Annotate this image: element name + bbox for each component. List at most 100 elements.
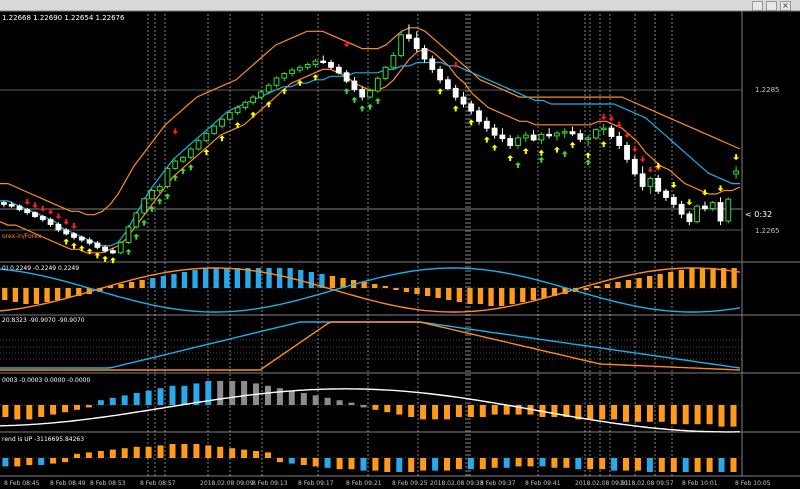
panel4-histogram-bar — [26, 458, 33, 465]
panel4-histogram-bar — [276, 458, 283, 463]
price-label-2: 1.2265 — [755, 227, 780, 235]
panel4-histogram-bar — [121, 448, 128, 458]
panel3-histogram-bar — [62, 405, 69, 413]
panel4-histogram-bar — [444, 458, 450, 471]
up-arrow-icon — [483, 136, 490, 143]
panel1-histogram-bar — [467, 288, 473, 304]
panel4-histogram-bar — [646, 458, 653, 472]
candle-body — [141, 198, 147, 214]
panel4-histogram-bar — [539, 458, 546, 467]
candle-body — [406, 34, 412, 39]
candle-body — [86, 239, 93, 244]
panel1-histogram-bar — [721, 268, 727, 288]
candle-body — [530, 134, 537, 141]
panel4-histogram-bar — [551, 458, 558, 468]
panel1-histogram-bar — [192, 270, 198, 288]
candle-body — [281, 73, 288, 79]
panel4-histogram-bar — [312, 458, 319, 467]
panel4-histogram-bar — [467, 458, 474, 470]
candle-body — [110, 250, 116, 254]
panel4-histogram-bar — [229, 448, 236, 458]
panel1-histogram-bar — [2, 288, 8, 300]
panel4-histogram-bar — [587, 458, 594, 470]
chart-canvas[interactable]: 1.22668 1.22690 1.22654 1.22676 1.2285 1… — [0, 0, 800, 489]
panel1-histogram-bar — [393, 288, 399, 290]
panel1-histogram-bar — [129, 282, 135, 288]
panel1-histogram-bar — [647, 276, 653, 288]
panel3-histogram-bar — [38, 405, 45, 417]
candle-body — [460, 96, 467, 105]
down-arrow-icon — [639, 156, 646, 163]
panel3-histogram-bar — [503, 405, 510, 415]
up-arrow-icon — [164, 193, 171, 200]
panel4-histogram-bar — [575, 458, 582, 470]
panel3-histogram-bar — [611, 405, 618, 420]
panel1-histogram-bar — [699, 268, 706, 288]
up-arrow-icon — [172, 174, 179, 181]
panel4-histogram-bar — [2, 458, 9, 467]
panel1-histogram-bar — [689, 268, 695, 288]
panel3-histogram-bar — [396, 405, 403, 415]
panel4-histogram-bar — [109, 449, 116, 458]
candle-body — [593, 129, 599, 139]
panel4-histogram-bar — [253, 451, 259, 458]
candle-body — [382, 66, 389, 79]
panel3-histogram-bar — [551, 405, 558, 417]
panel3-histogram-bar — [229, 381, 236, 405]
panel1-histogram-bar — [361, 282, 367, 288]
candle-body — [639, 173, 646, 187]
candle-body — [476, 110, 482, 122]
down-arrow-icon — [343, 41, 350, 48]
panel1-histogram-bar — [477, 288, 484, 304]
down-arrow-icon — [55, 213, 62, 220]
candle-body — [725, 198, 732, 222]
panel1-histogram-bar — [488, 288, 494, 306]
panel3-histogram-bar — [26, 405, 33, 420]
up-arrow-icon — [133, 233, 140, 240]
candle-body — [600, 127, 607, 131]
panel3-histogram-bar — [312, 395, 319, 405]
candle-body — [483, 120, 490, 129]
panel4-histogram-bar — [193, 444, 200, 458]
panel4-histogram-bar — [479, 458, 486, 470]
candle-body — [242, 101, 249, 109]
candle-body — [187, 148, 194, 158]
panel3-histogram-bar — [360, 405, 367, 408]
panel3-histogram-bar — [217, 381, 224, 405]
panel4-histogram-bar — [706, 458, 713, 472]
candle-body — [32, 212, 38, 217]
candle-body — [8, 203, 15, 207]
panel1-histogram-bar — [44, 288, 50, 302]
panel1-histogram-bar — [234, 268, 240, 288]
time-axis-label: 8 Feb 09:41 — [525, 480, 561, 487]
panel3-histogram-bar — [348, 402, 355, 405]
panel3-histogram-bar — [121, 395, 128, 405]
panel4-histogram-bar — [62, 458, 69, 463]
candle-body — [94, 242, 101, 248]
panel1-histogram-bar — [150, 278, 156, 288]
candle-body — [312, 60, 319, 66]
up-arrow-icon — [507, 154, 514, 161]
panel3-histogram-bar — [694, 405, 701, 425]
panel4-histogram-bar — [181, 444, 188, 458]
panel1-histogram-bar — [203, 268, 209, 288]
time-axis-label: 2018.02.08 09:09 — [200, 480, 254, 487]
candle-body — [608, 127, 615, 137]
panel3-histogram-bar — [658, 405, 665, 422]
candle-body — [149, 190, 155, 200]
price-label-1: 1.2285 — [755, 86, 780, 94]
up-arrow-icon — [265, 101, 272, 108]
candle-body — [709, 202, 716, 210]
candle-body — [437, 68, 444, 81]
candle-body — [554, 132, 560, 137]
panel1-histogram-bar — [530, 288, 536, 300]
candle-body — [102, 246, 108, 252]
candle-body — [39, 216, 46, 221]
panel4-histogram-bar — [97, 451, 104, 458]
candle-body — [569, 131, 576, 135]
panel3-histogram-bar — [169, 385, 176, 405]
panel1-histogram-bar — [139, 280, 145, 288]
panel3-histogram-bar — [599, 405, 606, 420]
panel4-histogram-bar — [635, 458, 641, 471]
panel1-histogram-bar — [414, 288, 420, 294]
